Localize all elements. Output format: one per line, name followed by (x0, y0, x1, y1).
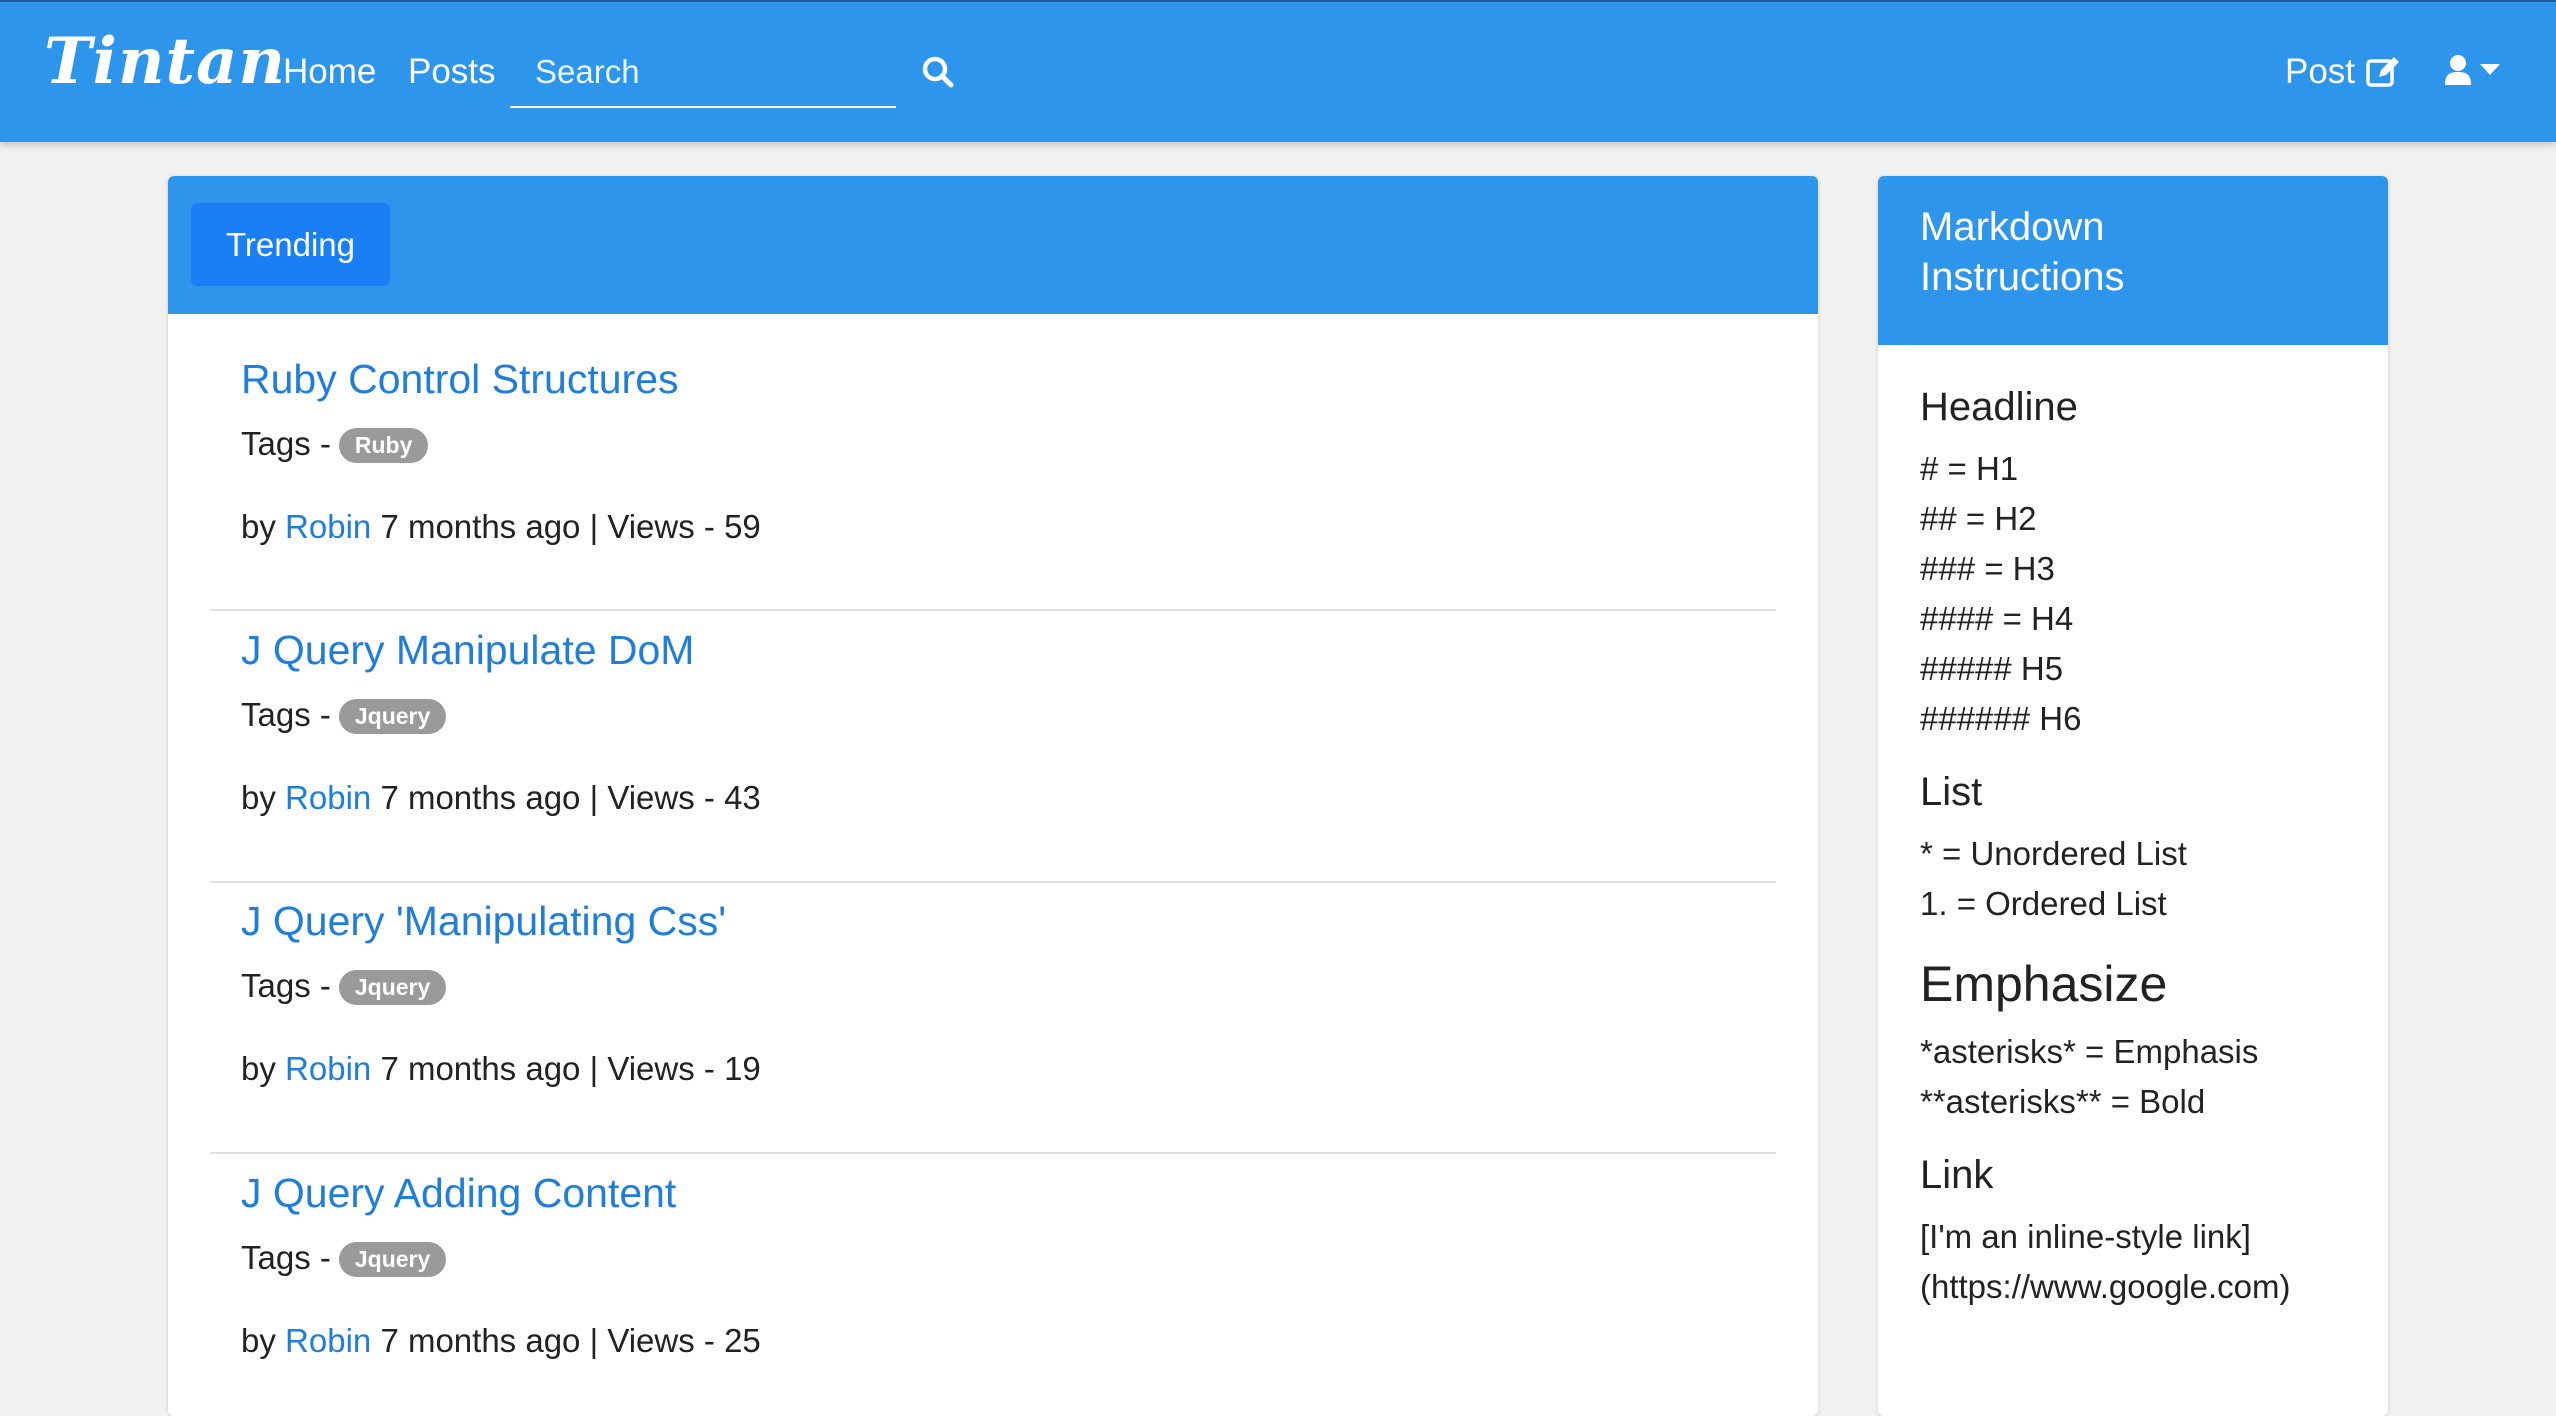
instruction-line: ###### H6 (1920, 700, 2082, 737)
tags-label: Tags - (241, 1238, 331, 1276)
post-stats: 7 months ago | Views - 59 (380, 508, 761, 545)
instruction-line: ##### H5 (1920, 650, 2064, 687)
post-title[interactable]: J Query 'Manipulating Css' (241, 898, 726, 945)
instruction-line: #### = H4 (1920, 600, 2074, 637)
instruction-line: (https://www.google.com) (1920, 1268, 2291, 1305)
markdown-instructions-card: Markdown Instructions Headline # = H1 ##… (1878, 176, 2388, 1416)
author-link[interactable]: Robin (285, 1322, 371, 1359)
tags-label: Tags - (241, 424, 331, 462)
posts-card: Trending Ruby Control Structures Tags - … (168, 176, 1818, 1416)
edit-icon (2366, 57, 2400, 87)
post-tags: Tags - Jquery (241, 966, 447, 1005)
by-label: by (241, 1322, 276, 1359)
instruction-line: [I'm an inline-style link] (1920, 1218, 2251, 1255)
tag-badge[interactable]: Jquery (338, 970, 447, 1005)
post-meta: by Robin 7 months ago | Views - 19 (241, 1050, 761, 1088)
section-heading: Link (1920, 1153, 1994, 1197)
tag-badge[interactable]: Jquery (338, 1242, 447, 1277)
post-meta: by Robin 7 months ago | Views - 59 (241, 508, 761, 546)
user-menu-dropdown[interactable] (2444, 54, 2500, 86)
post-title[interactable]: Ruby Control Structures (241, 356, 679, 403)
by-label: by (241, 779, 276, 816)
list-item: Ruby Control Structures Tags - Ruby by R… (210, 356, 1776, 611)
section-heading: List (1920, 770, 1983, 814)
card-title-line1: Markdown (1920, 205, 2105, 249)
list-item: J Query Adding Content Tags - Jquery by … (210, 1170, 1776, 1416)
by-label: by (241, 1050, 276, 1087)
tags-label: Tags - (241, 695, 331, 733)
list-section: List * = Unordered List 1. = Ordered Lis… (1920, 770, 2388, 929)
nav-link-posts[interactable]: Posts (408, 52, 496, 92)
instruction-line: 1. = Ordered List (1920, 885, 2167, 922)
instruction-line: ### = H3 (1920, 550, 2055, 587)
tag-badge[interactable]: Ruby (338, 428, 429, 463)
link-section: Link [I'm an inline-style link] (https:/… (1920, 1153, 2388, 1312)
post-title[interactable]: J Query Manipulate DoM (241, 627, 694, 674)
new-post-button[interactable]: Post (2285, 52, 2401, 92)
markdown-card-body: Headline # = H1 ## = H2 ### = H3 #### = … (1878, 345, 2388, 1312)
section-heading: Emphasize (1920, 956, 2168, 1012)
post-tags: Tags - Jquery (241, 695, 447, 734)
search-icon (922, 56, 954, 88)
post-meta: by Robin 7 months ago | Views - 25 (241, 1322, 761, 1360)
card-title-line2: Instructions (1920, 255, 2125, 299)
instruction-line: *asterisks* = Emphasis (1920, 1033, 2259, 1070)
post-stats: 7 months ago | Views - 19 (380, 1050, 761, 1087)
instruction-line: # = H1 (1920, 450, 2019, 487)
author-link[interactable]: Robin (285, 508, 371, 545)
post-stats: 7 months ago | Views - 43 (380, 779, 761, 816)
post-meta: by Robin 7 months ago | Views - 43 (241, 779, 761, 817)
search-button[interactable] (920, 54, 960, 94)
tags-label: Tags - (241, 966, 331, 1004)
post-stats: 7 months ago | Views - 25 (380, 1322, 761, 1359)
instruction-line: * = Unordered List (1920, 835, 2187, 872)
markdown-card-header: Markdown Instructions (1878, 176, 2388, 345)
caret-down-icon (2480, 64, 2500, 75)
emphasize-section: Emphasize *asterisks* = Emphasis **aster… (1920, 955, 2388, 1127)
tag-badge[interactable]: Jquery (338, 699, 447, 734)
post-tags: Tags - Jquery (241, 1238, 447, 1277)
instruction-line: **asterisks** = Bold (1920, 1083, 2206, 1120)
post-title[interactable]: J Query Adding Content (241, 1170, 676, 1217)
author-link[interactable]: Robin (285, 1050, 371, 1087)
headline-section: Headline # = H1 ## = H2 ### = H3 #### = … (1920, 385, 2388, 744)
by-label: by (241, 508, 276, 545)
search-input[interactable] (510, 40, 896, 104)
navbar: Tintan Home Posts Post (0, 0, 2556, 142)
brand-logo[interactable]: Tintan (44, 24, 286, 99)
post-tags: Tags - Ruby (241, 424, 429, 463)
list-item: J Query Manipulate DoM Tags - Jquery by … (210, 627, 1776, 883)
list-item: J Query 'Manipulating Css' Tags - Jquery… (210, 898, 1776, 1154)
tab-trending[interactable]: Trending (191, 203, 390, 286)
user-icon (2445, 55, 2471, 85)
posts-card-header: Trending (168, 176, 1818, 314)
instruction-line: ## = H2 (1920, 500, 2037, 537)
author-link[interactable]: Robin (285, 779, 371, 816)
post-label: Post (2285, 52, 2356, 91)
search-field (510, 40, 896, 108)
section-heading: Headline (1920, 385, 2078, 429)
nav-link-home[interactable]: Home (283, 52, 376, 92)
